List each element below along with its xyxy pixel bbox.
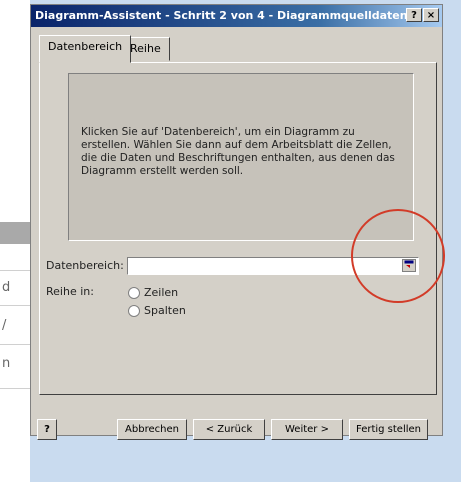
radio-button-icon[interactable] bbox=[128, 286, 140, 299]
sheet-cell-text: / bbox=[2, 318, 7, 333]
radio-button-icon[interactable] bbox=[128, 304, 140, 317]
cancel-button[interactable]: Abbrechen bbox=[117, 419, 187, 440]
preview-instructions: Klicken Sie auf 'Datenbereich', um ein D… bbox=[81, 126, 395, 177]
dialog-title: Diagramm-Assistent - Schritt 2 von 4 - D… bbox=[35, 9, 408, 22]
help-button[interactable]: ? bbox=[37, 419, 57, 440]
dialog-titlebar: Diagramm-Assistent - Schritt 2 von 4 - D… bbox=[31, 5, 442, 27]
sheet-gridline bbox=[0, 344, 30, 345]
series-in-label: Reihe in: bbox=[46, 285, 94, 298]
tab-datenbereich[interactable]: Datenbereich bbox=[39, 35, 132, 63]
back-button[interactable]: < Zurück bbox=[193, 419, 265, 440]
help-title-button[interactable]: ? bbox=[406, 8, 422, 22]
finish-button[interactable]: Fertig stellen bbox=[349, 419, 428, 440]
radio-zeilen[interactable]: Zeilen bbox=[128, 286, 178, 299]
sheet-cell-text: n bbox=[2, 356, 11, 371]
sheet-gridline bbox=[0, 388, 30, 389]
next-button[interactable]: Weiter > bbox=[271, 419, 343, 440]
close-button[interactable]: × bbox=[423, 8, 439, 22]
sheet-column-header-strip bbox=[0, 222, 30, 244]
sheet-gridline bbox=[0, 270, 30, 271]
radio-spalten-label: Spalten bbox=[144, 304, 186, 317]
range-label: Datenbereich: bbox=[46, 259, 124, 272]
sheet-cell-text: d bbox=[2, 280, 11, 295]
chart-preview-area: Klicken Sie auf 'Datenbereich', um ein D… bbox=[68, 73, 414, 241]
radio-spalten[interactable]: Spalten bbox=[128, 304, 186, 317]
sheet-gridline bbox=[0, 305, 30, 306]
annotation-circle bbox=[351, 209, 445, 303]
radio-zeilen-label: Zeilen bbox=[144, 286, 179, 299]
